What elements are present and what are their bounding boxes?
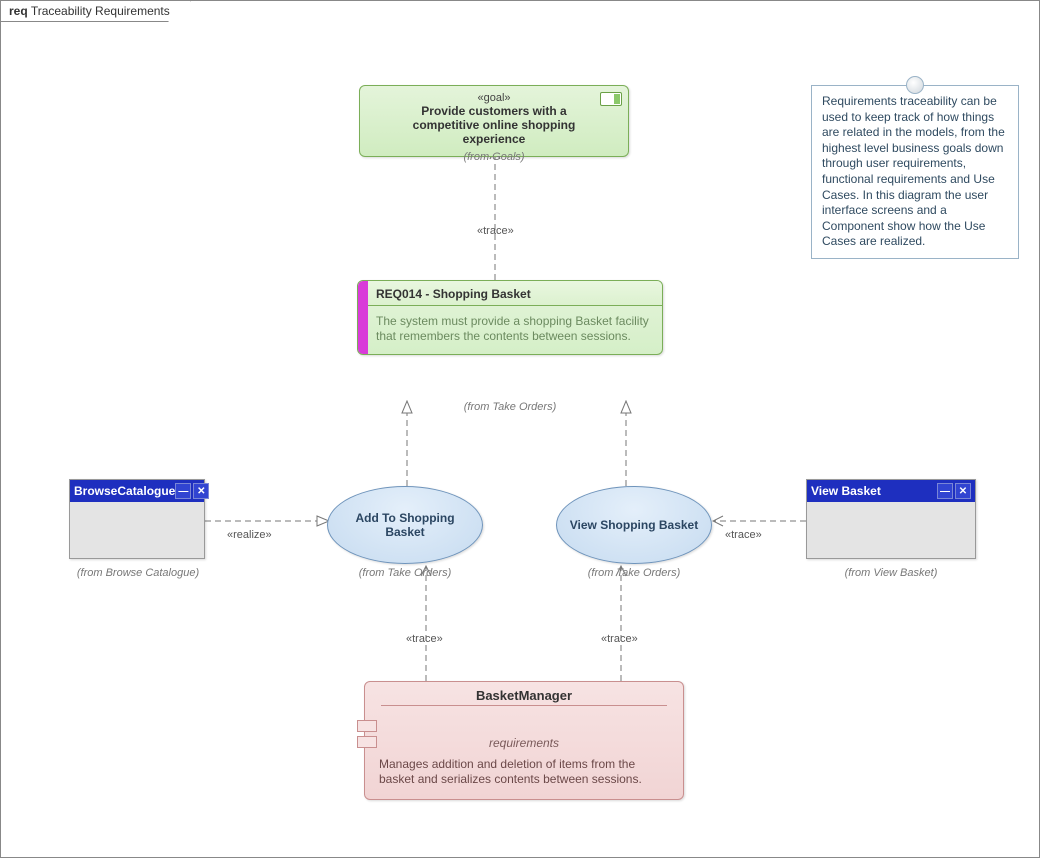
frame-prefix: req [9,4,28,18]
component-section: requirements [381,705,667,753]
pin-icon [906,76,924,94]
trace-label-bm-view: «trace» [601,633,638,645]
requirement-node[interactable]: REQ014 - Shopping Basket The system must… [357,280,663,355]
screen-view-basket[interactable]: View Basket — ✕ [806,479,976,559]
screen-viewbasket-body [807,502,975,558]
screen-browse-from: (from Browse Catalogue) [53,567,223,579]
minimize-icon: — [175,483,191,499]
screen-viewbasket-from: (from View Basket) [806,567,976,579]
close-icon: ✕ [193,483,209,499]
goal-title: Provide customers with a competitive onl… [388,104,600,146]
usecase-view-from: (from Take Orders) [556,567,712,579]
note-text: Requirements traceability can be used to… [822,94,1005,248]
screen-browse-titlebar: BrowseCatalogue — ✕ [70,480,204,502]
usecase-add-basket[interactable]: Add To Shopping Basket [327,486,483,564]
screen-browse-title: BrowseCatalogue [74,484,175,498]
trace-label-bm-add: «trace» [406,633,443,645]
screen-browse-catalogue[interactable]: BrowseCatalogue — ✕ [69,479,205,559]
goal-stereotype: «goal» [388,92,600,104]
component-text: Manages addition and deletion of items f… [365,753,683,799]
usecase-view-basket[interactable]: View Shopping Basket [556,486,712,564]
screen-viewbasket-title: View Basket [811,484,881,498]
close-icon: ✕ [955,483,971,499]
component-title: BasketManager [365,682,683,705]
goal-from: (from Goals) [359,151,629,163]
screen-browse-body [70,502,204,558]
requirement-title: REQ014 - Shopping Basket [358,281,662,306]
note-box[interactable]: Requirements traceability can be used to… [811,85,1019,259]
diagram-frame: req Traceability Requirements «goal» [0,0,1040,858]
trace-label-viewbasket: «trace» [725,529,762,541]
requirement-from: (from Take Orders) [357,401,663,413]
realize-label-browse: «realize» [227,529,272,541]
usecase-add-from: (from Take Orders) [327,567,483,579]
frame-title: Traceability Requirements [31,4,170,18]
requirement-stripe [358,281,368,354]
usecase-view-label: View Shopping Basket [570,518,698,532]
goal-badge-icon [600,92,622,106]
requirement-text: The system must provide a shopping Baske… [358,306,662,354]
goal-node[interactable]: «goal» Provide customers with a competit… [359,85,629,157]
component-icon [357,720,377,752]
component-basketmanager[interactable]: BasketManager requirements Manages addit… [364,681,684,800]
screen-viewbasket-titlebar: View Basket — ✕ [807,480,975,502]
frame-title-tab: req Traceability Requirements [1,1,191,22]
usecase-add-label: Add To Shopping Basket [340,511,470,539]
trace-label-goal: «trace» [477,225,514,237]
minimize-icon: — [937,483,953,499]
